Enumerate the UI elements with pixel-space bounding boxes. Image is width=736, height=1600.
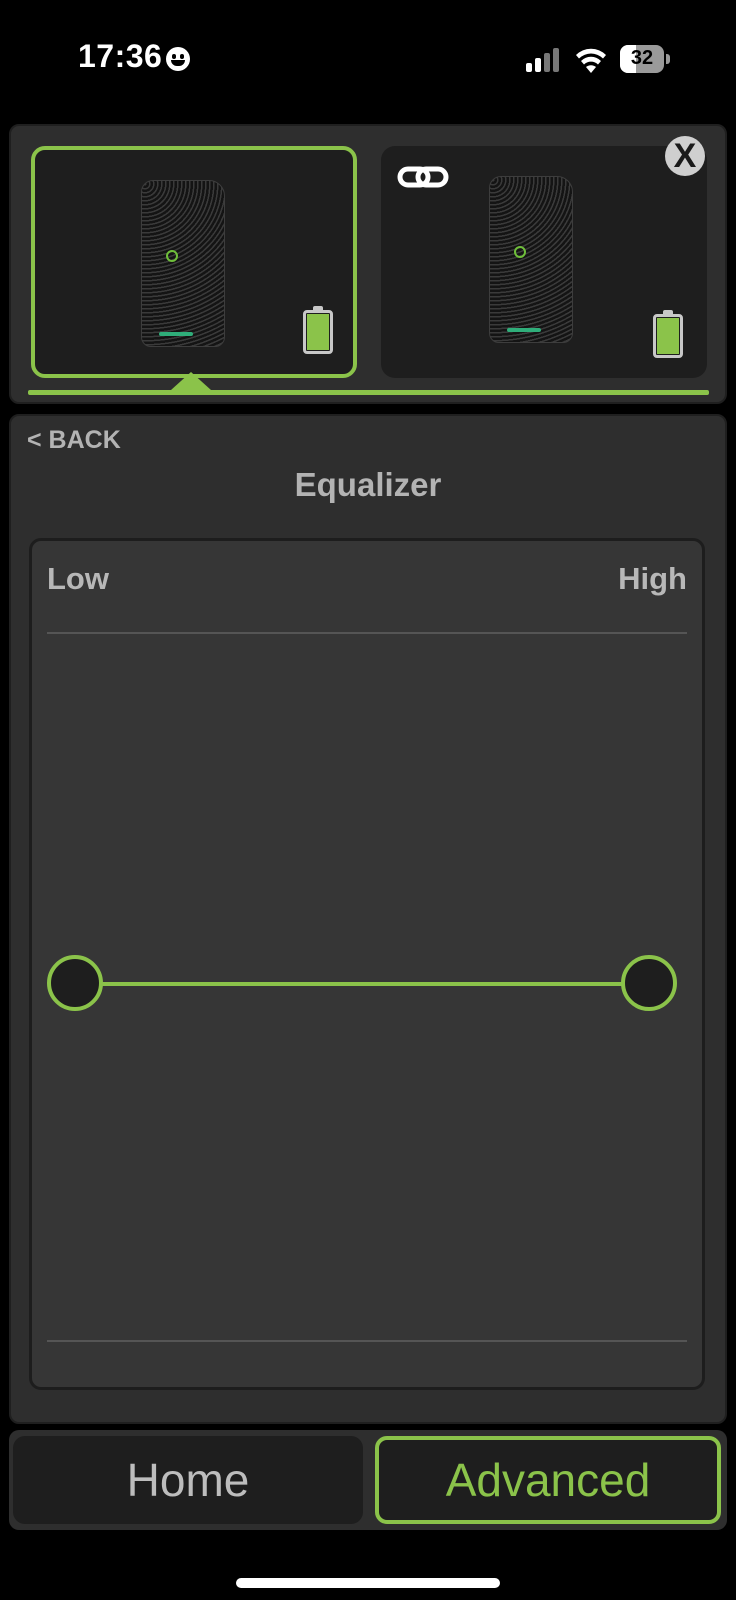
link-chain-icon xyxy=(397,166,449,188)
back-button[interactable]: < BACK xyxy=(27,426,121,455)
bottom-tab-bar: Home Advanced xyxy=(9,1430,727,1530)
low-label: Low xyxy=(47,561,109,596)
high-label: High xyxy=(618,561,687,596)
battery-full-icon xyxy=(653,310,683,358)
low-eq-handle[interactable] xyxy=(47,955,103,1011)
speaker-image xyxy=(479,176,579,346)
eq-curve-line xyxy=(77,982,655,986)
close-icon[interactable]: X xyxy=(665,136,705,176)
speaker-image xyxy=(131,180,231,350)
equalizer-graph: Low High xyxy=(29,538,705,1390)
page-title: Equalizer xyxy=(294,466,442,503)
selection-underline xyxy=(28,390,709,395)
high-eq-handle[interactable] xyxy=(621,955,677,1011)
tab-advanced[interactable]: Advanced xyxy=(375,1436,721,1524)
speaker-card-linked[interactable] xyxy=(381,146,707,378)
home-indicator[interactable] xyxy=(236,1578,500,1588)
status-time: 17:36 xyxy=(78,38,163,74)
bottom-divider xyxy=(47,1340,687,1342)
equalizer-panel: < BACK Equalizer Low High xyxy=(9,414,727,1424)
smiley-icon xyxy=(166,47,190,71)
speaker-card-primary[interactable] xyxy=(31,146,357,378)
tab-home[interactable]: Home xyxy=(13,1436,363,1524)
speaker-selector-panel: X xyxy=(9,124,727,404)
status-bar: 17:36 32 xyxy=(0,0,736,120)
battery-percentage: 32 xyxy=(630,47,654,69)
cellular-signal-icon xyxy=(526,48,560,72)
top-divider xyxy=(47,632,687,634)
wifi-icon xyxy=(576,48,606,73)
battery-status-icon: 32 xyxy=(620,45,670,73)
selection-pointer xyxy=(171,372,211,390)
battery-full-icon xyxy=(303,306,333,354)
